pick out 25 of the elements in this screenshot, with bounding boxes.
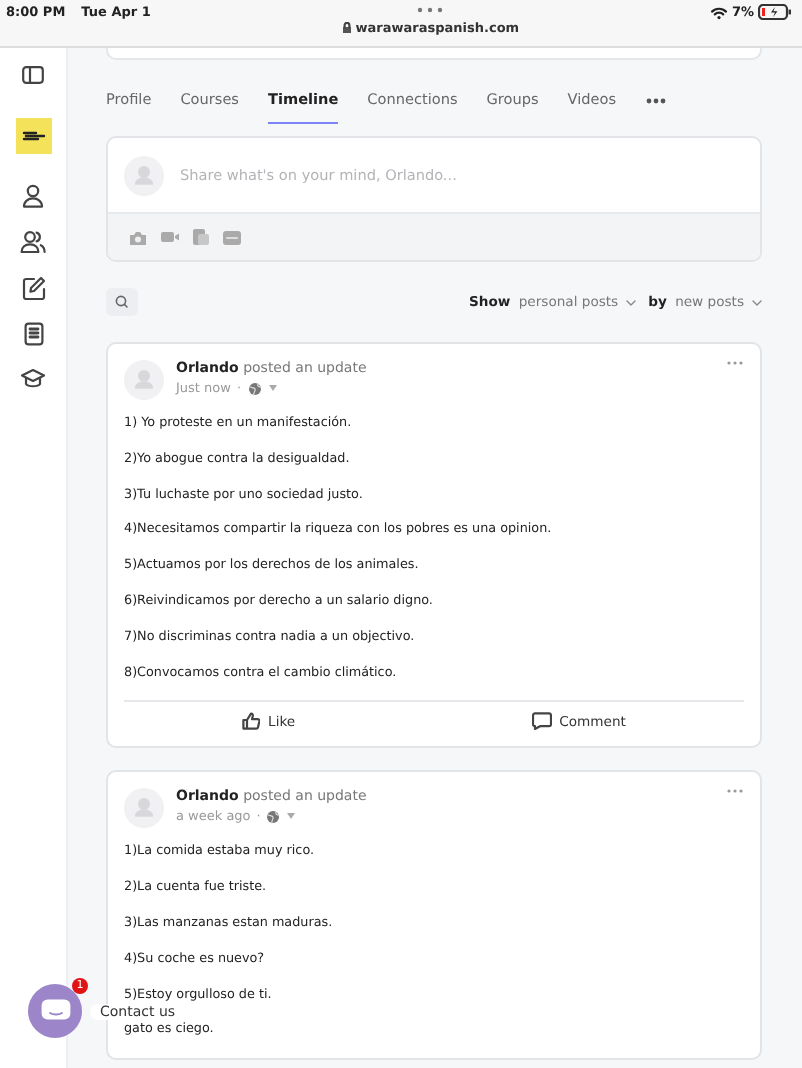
chevron-down-icon[interactable] [267,384,278,392]
avatar-icon [124,155,164,195]
chevron-down-icon [626,299,637,305]
more-icon[interactable] [645,97,666,103]
chat-icon [39,998,71,1024]
graduation-cap-icon[interactable] [20,368,46,390]
wifi-icon [709,5,728,19]
globe-icon[interactable] [247,381,262,395]
avatar-icon [124,788,164,829]
search-icon[interactable] [106,288,138,316]
more-icon[interactable] [416,6,445,14]
people-icon[interactable] [20,230,46,254]
speech-bubble-icon [531,712,552,731]
logo-mark-icon [21,130,45,142]
chevron-down-icon[interactable] [286,812,297,821]
person-icon[interactable] [22,184,44,208]
edit-icon[interactable] [21,276,45,300]
logo[interactable] [15,118,51,154]
battery-icon [758,4,792,20]
lock-icon [341,22,352,34]
avatar-icon [124,360,164,400]
thumbs-up-icon [242,712,261,731]
globe-icon[interactable] [266,809,281,824]
chevron-down-icon [752,299,762,305]
panel-toggle-icon[interactable] [22,66,44,84]
